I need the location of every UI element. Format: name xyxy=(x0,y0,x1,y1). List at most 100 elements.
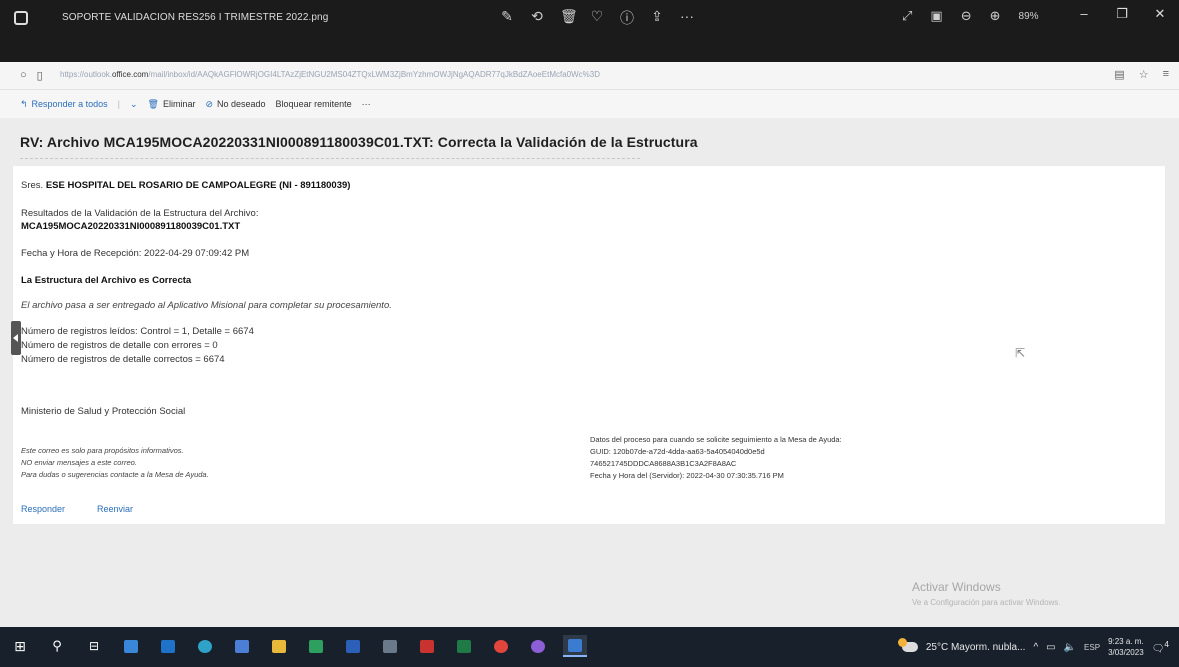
enhance-icon[interactable]: ✎ xyxy=(500,8,514,28)
sender-ministry: Ministerio de Salud y Protección Social xyxy=(21,406,186,417)
notification-icon[interactable]: 🗨4 xyxy=(1152,639,1169,654)
search-icon[interactable]: ⚲ xyxy=(45,635,69,657)
greeting-org: ESE HOSPITAL DEL ROSARIO DE CAMPOALEGRE … xyxy=(45,180,351,191)
activate-windows-title: Activar Windows xyxy=(912,580,1001,594)
reload-icon[interactable]: ○ xyxy=(20,69,27,82)
network-icon[interactable]: ▭ xyxy=(1046,642,1055,653)
taskbar-apps: ⊞ ⚲ ⊟ xyxy=(8,635,587,657)
maximize-button[interactable]: ❐ xyxy=(1103,0,1141,28)
viewer-toolbar: ✎ ⟲ 🗑 ♡ ⓘ ⇪ ··· xyxy=(500,8,694,28)
weather-widget[interactable]: 25°C Mayorm. nubla... xyxy=(926,642,1026,653)
chrome-icon[interactable] xyxy=(489,635,513,657)
favorite-icon[interactable]: ♡ xyxy=(590,8,604,28)
block-sender-label: Bloquear remitente xyxy=(275,99,352,109)
url-field[interactable]: https://outlook.office.com/mail/inbox/id… xyxy=(60,70,760,79)
collapse-pane-handle[interactable] xyxy=(11,321,21,355)
weather-icon xyxy=(897,638,918,652)
excel-icon[interactable] xyxy=(452,635,476,657)
reply-all-label: Responder a todos xyxy=(31,99,108,109)
records-correct: Número de registros de detalle correctos… xyxy=(21,354,225,365)
subject-divider xyxy=(20,158,640,161)
start-button[interactable]: ⊞ xyxy=(8,635,32,657)
calculator-icon[interactable] xyxy=(378,635,402,657)
reply-link[interactable]: Responder xyxy=(21,504,65,514)
message-body: Sres. ESE HOSPITAL DEL ROSARIO DE CAMPOA… xyxy=(13,166,1165,524)
mail-command-bar: ↰ Responder a todos | ⌄ 🗑 Eliminar ⊘ No … xyxy=(0,90,1179,118)
junk-button[interactable]: ⊘ No deseado xyxy=(205,99,265,110)
footer-note-3: Para dudas o sugerencias contacte a la M… xyxy=(21,470,209,479)
block-icon: ⊘ xyxy=(205,98,213,109)
rotate-icon[interactable]: ⟲ xyxy=(530,8,544,28)
reader-icon[interactable]: ▤ xyxy=(1114,68,1124,81)
greeting-prefix: Sres. xyxy=(21,180,44,191)
store-icon[interactable] xyxy=(119,635,143,657)
zoom-level: 89% xyxy=(1018,10,1039,22)
reception-datetime: Fecha y Hora de Recepción: 2022-04-29 07… xyxy=(21,248,250,259)
viewer-right-controls: ⤢ ▣ ⊖ ⊕ 89% xyxy=(902,8,1039,24)
photos-icon[interactable] xyxy=(230,635,254,657)
server-datetime: Fecha y Hora del (Servidor): 2022-04-30 … xyxy=(590,471,784,480)
image-viewer-titlebar: SOPORTE VALIDACION RES256 I TRIMESTRE 20… xyxy=(0,0,1179,62)
block-sender-button[interactable]: Bloquear remitente xyxy=(276,99,352,109)
zoom-in-icon[interactable]: ⊕ xyxy=(990,8,1001,24)
trash-icon: 🗑 xyxy=(147,98,159,109)
greeting: Sres. ESE HOSPITAL DEL ROSARIO DE CAMPOA… xyxy=(21,180,350,191)
mail-icon[interactable] xyxy=(156,635,180,657)
volume-icon[interactable]: 🔈 xyxy=(1064,642,1076,653)
validated-file-name: MCA195MOCA20220331NI000891180039C01.TXT xyxy=(21,221,241,232)
share-icon[interactable]: ⇪ xyxy=(650,8,664,28)
forward-link[interactable]: Reenviar xyxy=(97,504,133,514)
chevron-down-icon[interactable]: ⌄ xyxy=(130,99,138,110)
photos-active-icon[interactable] xyxy=(563,635,587,657)
process-guid: GUID: 120b07de-a72d-4dda-aa63-5a4054040d… xyxy=(590,447,765,456)
photos-app-icon xyxy=(14,11,28,25)
structure-status: La Estructura del Archivo es Correcta xyxy=(21,275,192,286)
activate-windows-subtitle: Ve a Configuración para activar Windows. xyxy=(912,598,1061,607)
chevron-up-icon[interactable]: ^ xyxy=(1033,642,1038,653)
file-explorer-icon[interactable] xyxy=(267,635,291,657)
onedrive-icon[interactable] xyxy=(526,635,550,657)
news-icon[interactable] xyxy=(304,635,328,657)
pdf-icon[interactable] xyxy=(415,635,439,657)
menu-icon[interactable]: ≡ xyxy=(1163,68,1169,81)
reply-all-button[interactable]: ↰ Responder a todos xyxy=(20,99,108,110)
zoom-out-icon[interactable]: ⊖ xyxy=(961,8,972,24)
viewer-file-name: SOPORTE VALIDACION RES256 I TRIMESTRE 20… xyxy=(62,12,329,23)
clock[interactable]: 9:23 a. m. 3/03/2023 xyxy=(1108,636,1144,658)
window-controls: – ❐ ✕ xyxy=(1065,0,1179,28)
url-prefix: https://outlook. xyxy=(60,70,113,79)
delete-button[interactable]: 🗑 Eliminar xyxy=(148,99,196,110)
fit-icon[interactable]: ▣ xyxy=(930,8,942,24)
windows-taskbar: ⊞ ⚲ ⊟ 25°C Mayorm. nubla... ^ ▭ 🔈 ESP 9:… xyxy=(0,627,1179,667)
delete-label: Eliminar xyxy=(162,99,196,109)
delivery-note: El archivo pasa a ser entregado al Aplic… xyxy=(21,300,392,311)
clock-date: 3/03/2023 xyxy=(1108,648,1144,657)
records-errors: Número de registros de detalle con error… xyxy=(21,340,218,351)
footer-note-1: Este correo es solo para propósitos info… xyxy=(21,446,184,455)
browser-nav: ○ ▯ xyxy=(20,69,43,82)
star-icon[interactable]: ☆ xyxy=(1139,68,1149,81)
close-button[interactable]: ✕ xyxy=(1141,0,1179,28)
junk-label: No deseado xyxy=(217,99,266,109)
message-subject: RV: Archivo MCA195MOCA20220331NI00089118… xyxy=(20,134,698,150)
edge-icon[interactable] xyxy=(193,635,217,657)
process-hash: 746521745DDDCA8688A3B1C3A2F8A8AC xyxy=(590,459,737,468)
system-tray: 25°C Mayorm. nubla... ^ ▭ 🔈 ESP 9:23 a. … xyxy=(897,636,1169,658)
more-actions-button[interactable]: ··· xyxy=(362,99,371,109)
toolbar-divider: | xyxy=(117,99,120,109)
task-view-icon[interactable]: ⊟ xyxy=(82,635,106,657)
records-read: Número de registros leídos: Control = 1,… xyxy=(21,326,254,337)
info-icon[interactable]: ⓘ xyxy=(620,8,634,28)
language-indicator[interactable]: ESP xyxy=(1084,643,1100,652)
mouse-pointer-icon: ⇱ xyxy=(1015,346,1026,360)
notification-count: 4 xyxy=(1164,639,1169,650)
more-icon[interactable]: ··· xyxy=(680,8,694,28)
footer-note-2: NO enviar mensajes a este correo. xyxy=(21,458,137,467)
fullscreen-icon[interactable]: ⤢ xyxy=(902,8,912,24)
minimize-button[interactable]: – xyxy=(1065,0,1103,28)
url-domain: office.com xyxy=(112,70,149,79)
delete-icon[interactable]: 🗑 xyxy=(560,8,578,28)
reply-all-icon: ↰ xyxy=(20,98,28,109)
word-icon[interactable] xyxy=(341,635,365,657)
process-data-title: Datos del proceso para cuando se solicit… xyxy=(590,435,842,444)
